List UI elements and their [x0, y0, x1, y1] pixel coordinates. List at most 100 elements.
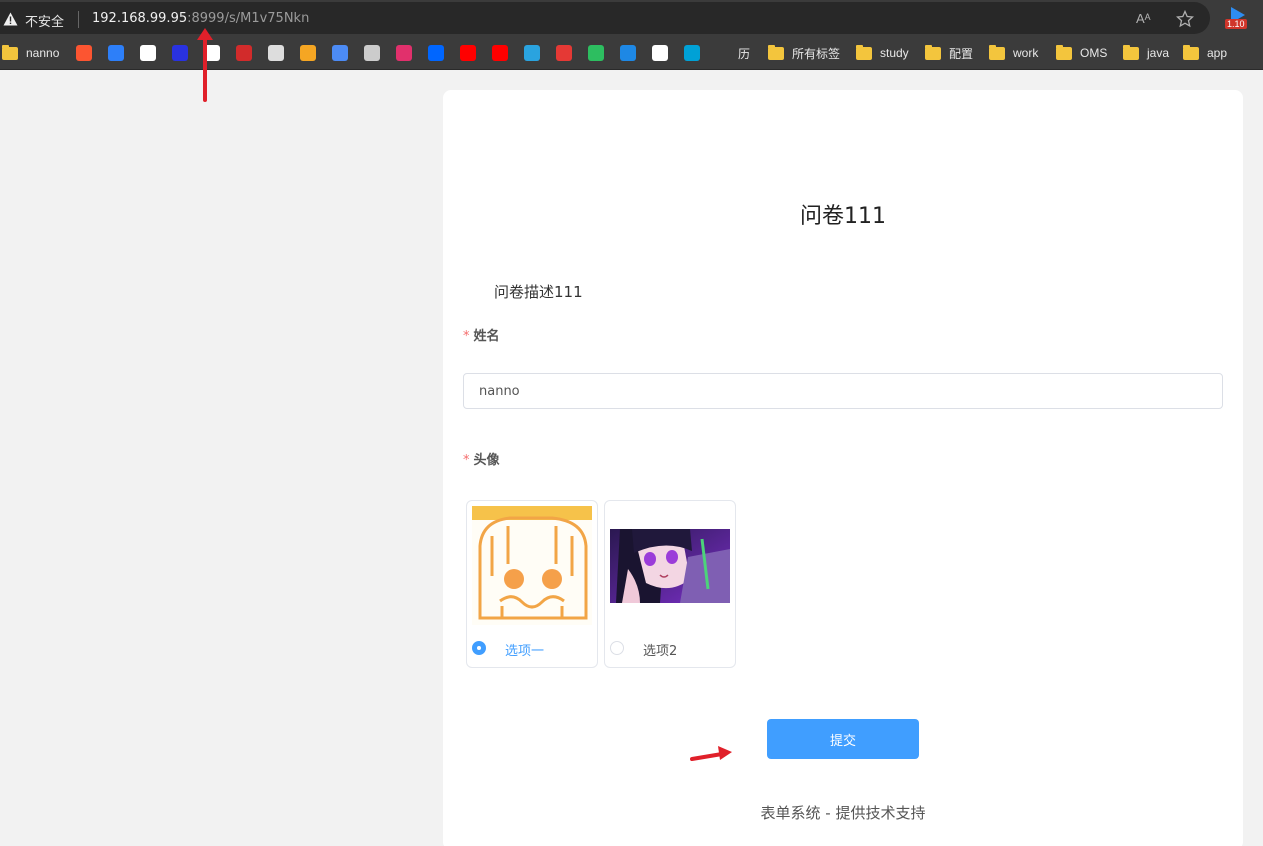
bookmark-item[interactable] [428, 44, 450, 62]
bookmark-label: 历 [738, 46, 751, 61]
avatar-option-2[interactable]: 选项2 [604, 500, 736, 668]
option-1-label[interactable]: 选项一 [505, 640, 544, 659]
bookmark-item[interactable] [140, 44, 162, 62]
bookmark-item[interactable] [76, 44, 98, 62]
bookmark-item[interactable] [524, 44, 546, 62]
bookmark-item[interactable]: 历 [716, 44, 750, 62]
layers-icon [108, 45, 124, 61]
g-icon [556, 45, 572, 61]
folder-icon [989, 44, 1005, 60]
avatar-field-label: * 头像 [463, 449, 500, 468]
bookmark-item[interactable] [332, 44, 354, 62]
bookmark-item[interactable] [268, 44, 290, 62]
bookmark-item[interactable] [364, 44, 386, 62]
avatar-option-1[interactable]: 选项一 [466, 500, 598, 668]
bookmark-item[interactable] [172, 44, 194, 62]
bookmark-item[interactable] [684, 44, 706, 62]
bookmarks-bar: nanno 历 所有标签 study 配置 work OMS java app [0, 36, 1263, 70]
bookmark-item[interactable] [236, 44, 258, 62]
option-1-image [472, 506, 592, 625]
bookmark-folder[interactable]: java [1123, 44, 1169, 62]
bookmark-label: java [1147, 46, 1170, 60]
bookmark-item[interactable] [652, 44, 674, 62]
extension-badge: 1.10 [1225, 19, 1247, 29]
bookmark-label: app [1207, 46, 1228, 60]
bookmark-folder[interactable]: nanno [2, 44, 59, 62]
browser-address-bar: 不安全 192.168.99.95:8999/s/M1v75Nkn Aᴬ 1.1… [0, 0, 1263, 36]
url-divider [78, 11, 79, 28]
codepen-icon [652, 45, 668, 61]
required-mark: * [463, 453, 470, 468]
bookmark-item[interactable] [588, 44, 610, 62]
bilibili-icon [684, 45, 700, 61]
bookmark-item[interactable] [620, 44, 642, 62]
bookmark-folder[interactable]: 配置 [925, 44, 973, 62]
avatar-label-text: 头像 [473, 453, 500, 468]
bookmark-item[interactable] [300, 44, 322, 62]
folder-icon [2, 44, 18, 60]
annotation-arrow-right [690, 746, 732, 761]
footer-credit: 表单系统 - 提供技术支持 [760, 804, 926, 822]
url-host: 192.168.99.95 [92, 11, 188, 26]
url-text[interactable]: 192.168.99.95:8999/s/M1v75Nkn [92, 11, 309, 26]
required-mark: * [463, 329, 470, 344]
omnibox[interactable]: 不安全 192.168.99.95:8999/s/M1v75Nkn Aᴬ [0, 2, 1210, 34]
bookmark-label: nanno [26, 46, 60, 60]
option-1-radio[interactable] [472, 641, 486, 655]
bookmark-item[interactable] [460, 44, 482, 62]
bookmark-folder[interactable]: work [989, 44, 1038, 62]
folder-icon [768, 44, 784, 60]
bookmark-label: 所有标签 [792, 46, 841, 61]
bookmark-folder[interactable]: 所有标签 [768, 44, 840, 62]
star-icon[interactable] [1176, 10, 1194, 28]
instagram-icon [396, 45, 412, 61]
bilibili-icon [716, 45, 732, 61]
folder-icon [856, 44, 872, 60]
read-aloud-icon[interactable]: Aᴬ [1136, 11, 1151, 26]
bookmark-item[interactable] [396, 44, 418, 62]
bookmark-folder[interactable]: study [856, 44, 909, 62]
bookmark-label: OMS [1080, 46, 1108, 60]
folder-icon [1183, 44, 1199, 60]
bolt-icon [620, 45, 636, 61]
bookmark-label: study [880, 46, 909, 60]
github-icon [364, 45, 380, 61]
folder-icon [925, 44, 941, 60]
play-icon [332, 45, 348, 61]
bookmark-label: work [1013, 46, 1039, 60]
not-secure-label[interactable]: 不安全 [25, 11, 64, 30]
evernote-icon [588, 45, 604, 61]
bookmark-folder[interactable]: OMS [1056, 44, 1107, 62]
bookmark-item[interactable] [492, 44, 514, 62]
bookmark-label: 配置 [949, 46, 974, 61]
bookmark-item[interactable] [108, 44, 130, 62]
option-2-image [610, 529, 730, 603]
form-card: 问卷111 问卷描述111 *姓名 *头像 选项一 [443, 90, 1243, 846]
form-title: 问卷111 [800, 204, 886, 229]
url-path: :8999/s/M1v75Nkn [187, 11, 310, 26]
brush-icon [140, 45, 156, 61]
bird-icon [268, 45, 284, 61]
annotation-arrow-up [197, 28, 213, 102]
form-description: 问卷描述111 [494, 283, 583, 301]
seal-icon [236, 45, 252, 61]
folder-icon [1123, 44, 1139, 60]
name-field-label: * 姓名 [463, 325, 500, 344]
eye-icon [300, 45, 316, 61]
csdn-icon [76, 45, 92, 61]
bookmark-item[interactable] [556, 44, 578, 62]
zhihu-icon [428, 45, 444, 61]
warning-icon[interactable] [3, 12, 18, 26]
baidu-icon [172, 45, 188, 61]
submit-button[interactable]: 提交 [767, 719, 919, 759]
option-2-radio[interactable] [610, 641, 624, 655]
folder-icon [1056, 44, 1072, 60]
name-label-text: 姓名 [473, 329, 500, 344]
telegram-icon [524, 45, 540, 61]
youtube-music-icon [492, 45, 508, 61]
youtube-icon [460, 45, 476, 61]
page-background: 问卷111 问卷描述111 *姓名 *头像 选项一 [0, 71, 1263, 846]
option-2-label[interactable]: 选项2 [643, 640, 677, 659]
bookmark-folder[interactable]: app [1183, 44, 1227, 62]
name-input[interactable] [463, 373, 1223, 409]
